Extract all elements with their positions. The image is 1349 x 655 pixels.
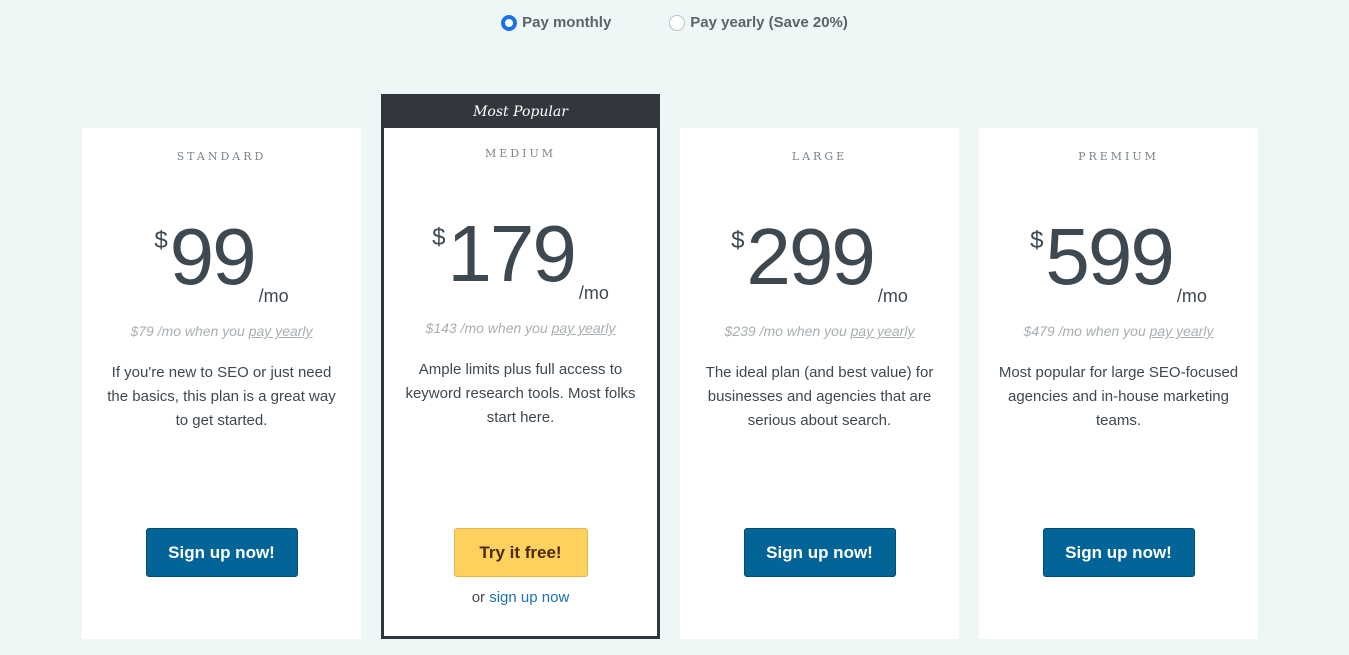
- sign-up-now-link[interactable]: sign up now: [489, 589, 569, 606]
- yearly-price-note: $239 /mo when you pay yearly: [680, 323, 959, 339]
- yearly-price-text: $79 /mo when you: [130, 323, 249, 339]
- radio-unselected-icon[interactable]: [669, 14, 686, 31]
- yearly-price-text: $479 /mo when you: [1023, 323, 1150, 339]
- pay-yearly-link[interactable]: pay yearly: [851, 323, 915, 339]
- plan-description: The ideal plan (and best value) for busi…: [705, 364, 934, 429]
- price-period: /mo: [877, 286, 908, 306]
- price-amount: 179: [447, 209, 576, 298]
- yearly-price-note: $143 /mo when you pay yearly: [384, 320, 657, 336]
- price-period: /mo: [258, 286, 289, 306]
- plan-name: STANDARD: [176, 150, 267, 163]
- price-period: /mo: [1176, 286, 1207, 306]
- pay-monthly-label: Pay monthly: [522, 14, 612, 31]
- price-amount: 99: [169, 212, 257, 301]
- price-amount: 299: [746, 212, 875, 301]
- radio-selected-icon[interactable]: [501, 14, 518, 31]
- billing-toggle: Pay monthly Pay yearly (Save 20%): [0, 14, 1349, 31]
- plan-price: $ 99 /mo: [82, 212, 361, 307]
- or-text: or: [471, 589, 490, 606]
- currency-symbol: $: [154, 227, 168, 254]
- yearly-price-text: $239 /mo when you: [724, 323, 851, 339]
- pay-yearly-option[interactable]: Pay yearly (Save 20%): [669, 14, 848, 31]
- plan-description: If you're new to SEO or just need the ba…: [107, 364, 336, 429]
- plan-card-premium: PREMIUM $ 599 /mo $479 /mo when you pay …: [979, 128, 1258, 639]
- plan-card-medium: Most Popular MEDIUM $ 179 /mo $143 /mo w…: [381, 94, 660, 639]
- pay-yearly-link[interactable]: pay yearly: [552, 320, 616, 336]
- yearly-price-note: $479 /mo when you pay yearly: [979, 323, 1258, 339]
- plan-price: $ 599 /mo: [979, 212, 1258, 307]
- yearly-price-note: $79 /mo when you pay yearly: [82, 323, 361, 339]
- pay-yearly-label: Pay yearly (Save 20%): [690, 14, 848, 31]
- currency-symbol: $: [432, 224, 446, 251]
- pay-yearly-link[interactable]: pay yearly: [1150, 323, 1214, 339]
- pay-monthly-option[interactable]: Pay monthly: [501, 14, 611, 31]
- sign-up-button[interactable]: Sign up now!: [743, 528, 896, 577]
- plan-card-large: LARGE $ 299 /mo $239 /mo when you pay ye…: [680, 128, 959, 639]
- alt-signup: or sign up now: [384, 589, 657, 606]
- try-free-button[interactable]: Try it free!: [453, 528, 588, 577]
- pay-yearly-link[interactable]: pay yearly: [249, 323, 313, 339]
- currency-symbol: $: [731, 227, 745, 254]
- plan-name: LARGE: [791, 150, 848, 163]
- plan-name: PREMIUM: [1078, 150, 1159, 163]
- sign-up-button[interactable]: Sign up now!: [1042, 528, 1195, 577]
- plan-name: MEDIUM: [485, 147, 556, 160]
- plan-description: Most popular for large SEO-focused agenc…: [998, 364, 1239, 429]
- plan-card-standard: STANDARD $ 99 /mo $79 /mo when you pay y…: [82, 128, 361, 639]
- currency-symbol: $: [1030, 227, 1044, 254]
- plan-price: $ 299 /mo: [680, 212, 959, 307]
- price-period: /mo: [578, 283, 609, 303]
- yearly-price-text: $143 /mo when you: [425, 320, 552, 336]
- price-amount: 599: [1045, 212, 1174, 301]
- plan-description: Ample limits plus full access to keyword…: [405, 361, 636, 426]
- plan-price: $ 179 /mo: [384, 209, 657, 304]
- most-popular-badge: Most Popular: [384, 97, 657, 128]
- sign-up-button[interactable]: Sign up now!: [145, 528, 298, 577]
